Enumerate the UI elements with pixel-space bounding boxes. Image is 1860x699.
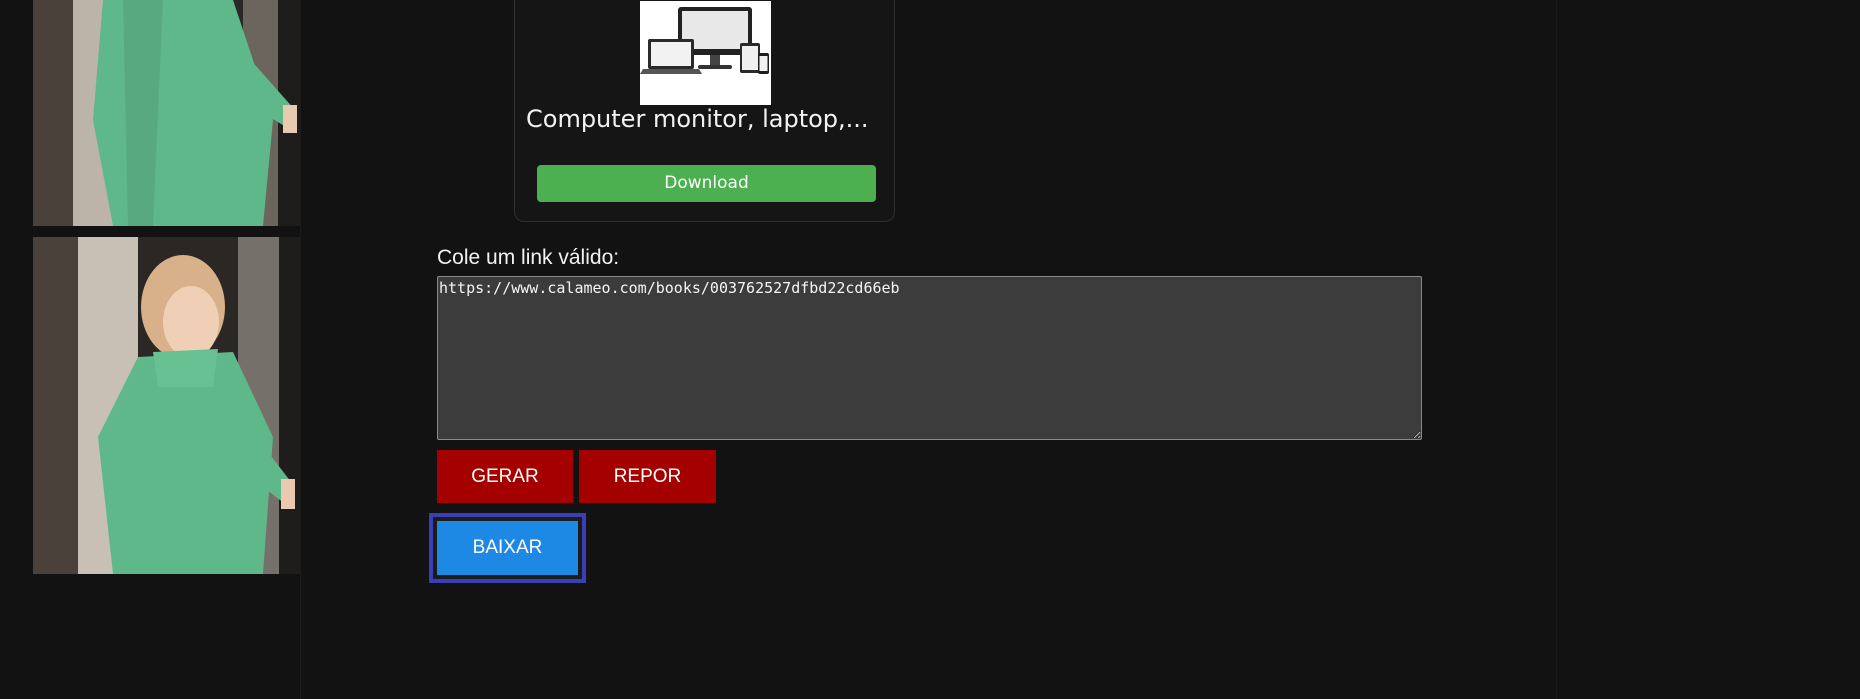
page: Computer monitor, laptop,... Download Co…	[0, 0, 1860, 699]
card-title: Computer monitor, laptop,...	[526, 105, 869, 133]
product-card: Computer monitor, laptop,... Download	[514, 0, 895, 222]
ad-column	[0, 0, 301, 699]
download-button[interactable]: Download	[537, 165, 876, 202]
baixar-button[interactable]: BAIXAR	[429, 513, 586, 583]
link-label: Cole um link válido:	[437, 246, 620, 269]
column-divider	[1556, 0, 1557, 699]
ad-image-woman-green-sweater-2[interactable]	[33, 237, 300, 574]
ad-image-woman-green-sweater[interactable]	[33, 0, 300, 226]
repor-button[interactable]: REPOR	[579, 450, 716, 503]
gerar-button[interactable]: GERAR	[437, 450, 573, 503]
devices-icon	[640, 1, 771, 105]
link-input[interactable]: https://www.calameo.com/books/003762527d…	[437, 276, 1422, 440]
